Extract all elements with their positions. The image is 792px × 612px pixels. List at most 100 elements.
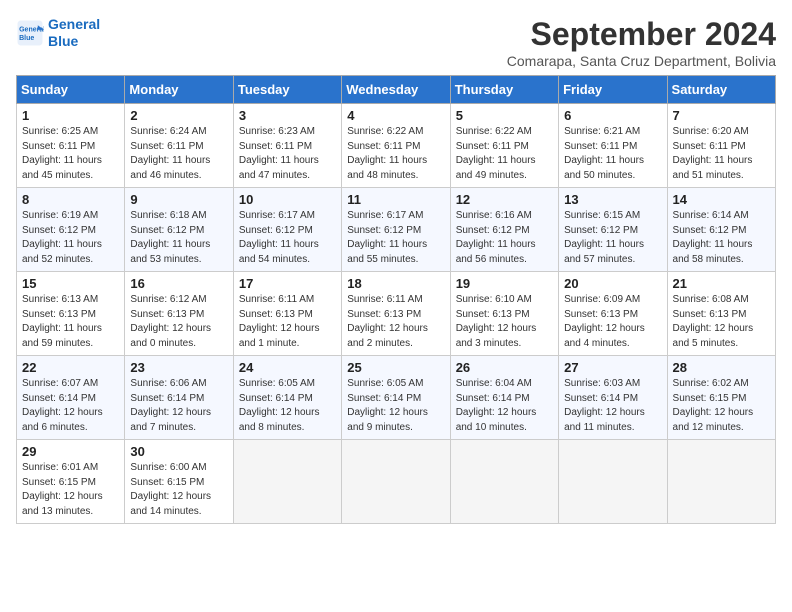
week-row-3: 15 Sunrise: 6:13 AMSunset: 6:13 PMDaylig… [17,272,776,356]
calendar-cell: 14 Sunrise: 6:14 AMSunset: 6:12 PMDaylig… [667,188,775,272]
calendar-cell: 19 Sunrise: 6:10 AMSunset: 6:13 PMDaylig… [450,272,558,356]
day-info: Sunrise: 6:14 AMSunset: 6:12 PMDaylight:… [673,209,770,267]
day-number: 14 [673,192,770,207]
day-info: Sunrise: 6:23 AMSunset: 6:11 PMDaylight:… [239,125,336,183]
day-info: Sunrise: 6:02 AMSunset: 6:15 PMDaylight:… [673,377,770,435]
day-info: Sunrise: 6:17 AMSunset: 6:12 PMDaylight:… [347,209,444,267]
day-number: 15 [22,276,119,291]
day-number: 18 [347,276,444,291]
day-info: Sunrise: 6:13 AMSunset: 6:13 PMDaylight:… [22,293,119,351]
day-info: Sunrise: 6:15 AMSunset: 6:12 PMDaylight:… [564,209,661,267]
day-info: Sunrise: 6:08 AMSunset: 6:13 PMDaylight:… [673,293,770,351]
calendar-cell: 24 Sunrise: 6:05 AMSunset: 6:14 PMDaylig… [233,356,341,440]
page-header: General Blue GeneralBlue September 2024 … [16,16,776,69]
day-info: Sunrise: 6:12 AMSunset: 6:13 PMDaylight:… [130,293,227,351]
weekday-header-row: SundayMondayTuesdayWednesdayThursdayFrid… [17,76,776,104]
calendar-cell: 15 Sunrise: 6:13 AMSunset: 6:13 PMDaylig… [17,272,125,356]
day-number: 24 [239,360,336,375]
calendar-cell: 1 Sunrise: 6:25 AMSunset: 6:11 PMDayligh… [17,104,125,188]
day-number: 20 [564,276,661,291]
logo-icon: General Blue [16,19,44,47]
day-number: 8 [22,192,119,207]
day-number: 11 [347,192,444,207]
weekday-header-tuesday: Tuesday [233,76,341,104]
day-info: Sunrise: 6:00 AMSunset: 6:15 PMDaylight:… [130,461,227,519]
day-number: 6 [564,108,661,123]
calendar-cell [233,440,341,524]
day-info: Sunrise: 6:18 AMSunset: 6:12 PMDaylight:… [130,209,227,267]
calendar-cell: 26 Sunrise: 6:04 AMSunset: 6:14 PMDaylig… [450,356,558,440]
day-info: Sunrise: 6:10 AMSunset: 6:13 PMDaylight:… [456,293,553,351]
day-info: Sunrise: 6:06 AMSunset: 6:14 PMDaylight:… [130,377,227,435]
day-number: 16 [130,276,227,291]
day-number: 19 [456,276,553,291]
day-number: 9 [130,192,227,207]
day-info: Sunrise: 6:04 AMSunset: 6:14 PMDaylight:… [456,377,553,435]
day-number: 30 [130,444,227,459]
day-number: 25 [347,360,444,375]
calendar-cell: 22 Sunrise: 6:07 AMSunset: 6:14 PMDaylig… [17,356,125,440]
calendar-cell: 11 Sunrise: 6:17 AMSunset: 6:12 PMDaylig… [342,188,450,272]
day-number: 13 [564,192,661,207]
day-info: Sunrise: 6:21 AMSunset: 6:11 PMDaylight:… [564,125,661,183]
day-info: Sunrise: 6:25 AMSunset: 6:11 PMDaylight:… [22,125,119,183]
logo-text: GeneralBlue [48,16,100,50]
calendar-cell [667,440,775,524]
calendar-cell [450,440,558,524]
day-info: Sunrise: 6:09 AMSunset: 6:13 PMDaylight:… [564,293,661,351]
calendar-cell: 7 Sunrise: 6:20 AMSunset: 6:11 PMDayligh… [667,104,775,188]
calendar-cell: 29 Sunrise: 6:01 AMSunset: 6:15 PMDaylig… [17,440,125,524]
calendar-cell: 28 Sunrise: 6:02 AMSunset: 6:15 PMDaylig… [667,356,775,440]
calendar-cell: 27 Sunrise: 6:03 AMSunset: 6:14 PMDaylig… [559,356,667,440]
calendar-cell: 20 Sunrise: 6:09 AMSunset: 6:13 PMDaylig… [559,272,667,356]
day-info: Sunrise: 6:05 AMSunset: 6:14 PMDaylight:… [347,377,444,435]
day-info: Sunrise: 6:20 AMSunset: 6:11 PMDaylight:… [673,125,770,183]
svg-text:Blue: Blue [19,35,34,42]
day-info: Sunrise: 6:17 AMSunset: 6:12 PMDaylight:… [239,209,336,267]
calendar-cell: 17 Sunrise: 6:11 AMSunset: 6:13 PMDaylig… [233,272,341,356]
calendar-cell: 6 Sunrise: 6:21 AMSunset: 6:11 PMDayligh… [559,104,667,188]
calendar-cell: 30 Sunrise: 6:00 AMSunset: 6:15 PMDaylig… [125,440,233,524]
calendar-cell [559,440,667,524]
day-info: Sunrise: 6:11 AMSunset: 6:13 PMDaylight:… [347,293,444,351]
day-number: 10 [239,192,336,207]
day-number: 4 [347,108,444,123]
day-number: 29 [22,444,119,459]
weekday-header-friday: Friday [559,76,667,104]
week-row-1: 1 Sunrise: 6:25 AMSunset: 6:11 PMDayligh… [17,104,776,188]
logo: General Blue GeneralBlue [16,16,100,50]
day-number: 2 [130,108,227,123]
weekday-header-thursday: Thursday [450,76,558,104]
calendar-cell: 9 Sunrise: 6:18 AMSunset: 6:12 PMDayligh… [125,188,233,272]
calendar-cell: 8 Sunrise: 6:19 AMSunset: 6:12 PMDayligh… [17,188,125,272]
day-info: Sunrise: 6:07 AMSunset: 6:14 PMDaylight:… [22,377,119,435]
day-number: 28 [673,360,770,375]
month-title: September 2024 [507,16,776,53]
day-info: Sunrise: 6:16 AMSunset: 6:12 PMDaylight:… [456,209,553,267]
day-info: Sunrise: 6:05 AMSunset: 6:14 PMDaylight:… [239,377,336,435]
calendar-cell: 3 Sunrise: 6:23 AMSunset: 6:11 PMDayligh… [233,104,341,188]
weekday-header-wednesday: Wednesday [342,76,450,104]
week-row-4: 22 Sunrise: 6:07 AMSunset: 6:14 PMDaylig… [17,356,776,440]
calendar-body: 1 Sunrise: 6:25 AMSunset: 6:11 PMDayligh… [17,104,776,524]
weekday-header-sunday: Sunday [17,76,125,104]
week-row-2: 8 Sunrise: 6:19 AMSunset: 6:12 PMDayligh… [17,188,776,272]
day-info: Sunrise: 6:19 AMSunset: 6:12 PMDaylight:… [22,209,119,267]
day-number: 17 [239,276,336,291]
day-info: Sunrise: 6:11 AMSunset: 6:13 PMDaylight:… [239,293,336,351]
calendar-table: SundayMondayTuesdayWednesdayThursdayFrid… [16,75,776,524]
day-number: 12 [456,192,553,207]
day-info: Sunrise: 6:22 AMSunset: 6:11 PMDaylight:… [456,125,553,183]
day-number: 3 [239,108,336,123]
day-info: Sunrise: 6:24 AMSunset: 6:11 PMDaylight:… [130,125,227,183]
calendar-cell: 10 Sunrise: 6:17 AMSunset: 6:12 PMDaylig… [233,188,341,272]
calendar-cell: 2 Sunrise: 6:24 AMSunset: 6:11 PMDayligh… [125,104,233,188]
calendar-cell: 13 Sunrise: 6:15 AMSunset: 6:12 PMDaylig… [559,188,667,272]
day-info: Sunrise: 6:22 AMSunset: 6:11 PMDaylight:… [347,125,444,183]
week-row-5: 29 Sunrise: 6:01 AMSunset: 6:15 PMDaylig… [17,440,776,524]
calendar-cell: 23 Sunrise: 6:06 AMSunset: 6:14 PMDaylig… [125,356,233,440]
location-subtitle: Comarapa, Santa Cruz Department, Bolivia [507,53,776,69]
calendar-cell: 16 Sunrise: 6:12 AMSunset: 6:13 PMDaylig… [125,272,233,356]
day-number: 21 [673,276,770,291]
calendar-cell: 18 Sunrise: 6:11 AMSunset: 6:13 PMDaylig… [342,272,450,356]
